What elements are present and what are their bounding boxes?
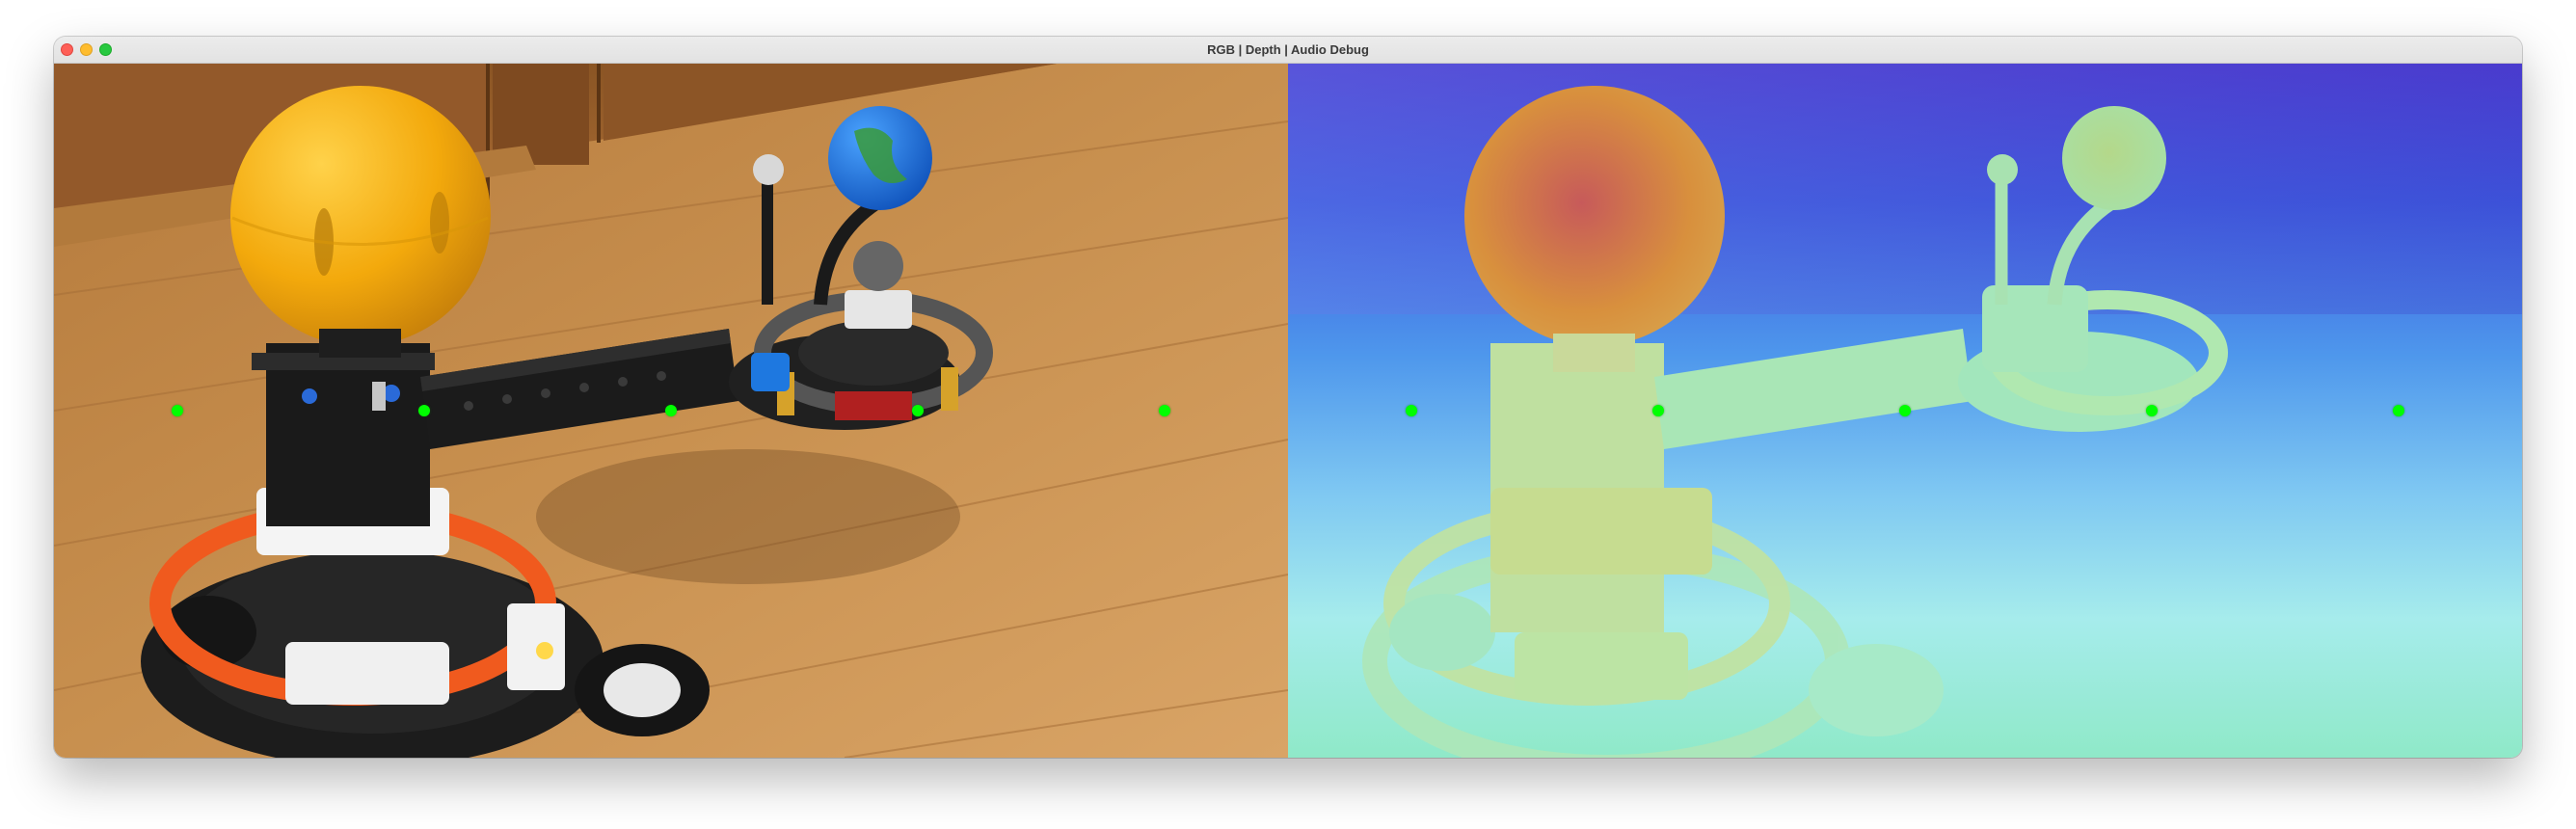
sample-point-marker bbox=[665, 405, 677, 416]
sample-point-marker bbox=[1899, 405, 1911, 416]
title-bar[interactable]: RGB | Depth | Audio Debug bbox=[54, 37, 2522, 64]
sample-point-marker bbox=[2146, 405, 2158, 416]
sample-point-marker bbox=[1406, 405, 1417, 416]
depth-pane bbox=[1288, 64, 2522, 758]
app-window: RGB | Depth | Audio Debug bbox=[54, 37, 2522, 758]
sample-point-marker bbox=[1159, 405, 1170, 416]
sample-point-marker bbox=[912, 405, 924, 416]
rgb-pane bbox=[54, 64, 1288, 758]
sample-point-marker bbox=[1652, 405, 1664, 416]
sample-point-marker bbox=[2393, 405, 2404, 416]
sample-point-marker bbox=[172, 405, 183, 416]
sample-point-marker bbox=[418, 405, 430, 416]
video-content bbox=[54, 64, 2522, 758]
window-title: RGB | Depth | Audio Debug bbox=[1207, 42, 1369, 57]
